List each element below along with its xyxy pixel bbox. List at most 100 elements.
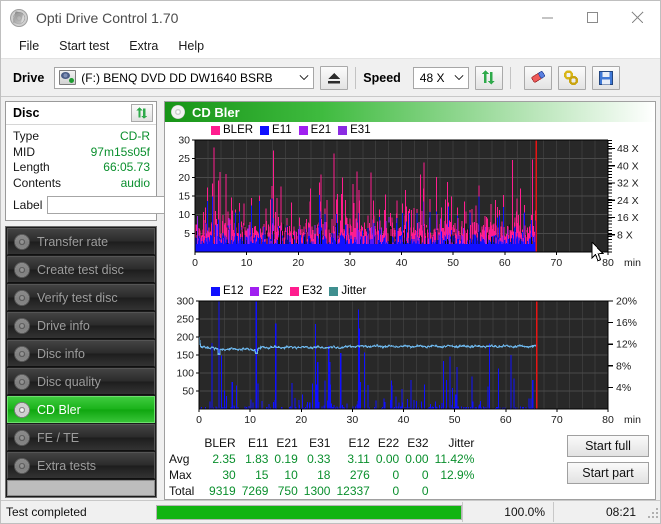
sidebar-item-cd-bler[interactable]: CD Bler bbox=[7, 396, 155, 423]
svg-text:20: 20 bbox=[292, 257, 304, 269]
chart-panel-header: CD Bler bbox=[165, 102, 655, 122]
disc-row-mid: MID 97m15s05f bbox=[13, 145, 150, 161]
start-part-button[interactable]: Start part bbox=[567, 462, 649, 484]
svg-text:300: 300 bbox=[176, 296, 194, 308]
sidebar-item-disc-info[interactable]: Disc info bbox=[7, 340, 155, 367]
close-button[interactable] bbox=[615, 1, 660, 33]
stats-cell bbox=[435, 483, 481, 499]
e12-chart-legend: E12 E22 E32 Jitter bbox=[211, 285, 377, 297]
menu-file[interactable]: File bbox=[9, 37, 49, 55]
window-title: Opti Drive Control 1.70 bbox=[36, 10, 525, 26]
stats-cell: 276 bbox=[336, 467, 375, 483]
drive-icon bbox=[59, 70, 76, 85]
disc-refresh-button[interactable] bbox=[131, 104, 153, 122]
sidebar-item-drive-info[interactable]: Drive info bbox=[7, 312, 155, 339]
svg-text:50: 50 bbox=[447, 257, 459, 269]
action-buttons: Start full Start part bbox=[567, 435, 651, 499]
stats-cell: 0.00 bbox=[405, 451, 434, 467]
sidebar-item-extra-tests[interactable]: Extra tests bbox=[7, 452, 155, 479]
legend-entry-bler: BLER bbox=[211, 124, 253, 136]
gold-tools-icon bbox=[563, 70, 580, 86]
sidebar-item-transfer-rate[interactable]: Transfer rate bbox=[7, 228, 155, 255]
legend-entry-e22: E22 bbox=[250, 285, 282, 297]
status-message: Test completed bbox=[1, 505, 156, 519]
svg-text:10: 10 bbox=[178, 209, 190, 221]
sidebar-item-fe-te[interactable]: FE / TE bbox=[7, 424, 155, 451]
speed-select-value: 48 X bbox=[414, 71, 450, 85]
sidebar-item-label: Disc quality bbox=[37, 375, 101, 389]
svg-text:150: 150 bbox=[176, 350, 194, 362]
progress-bar bbox=[156, 505, 462, 520]
progress-percent: 100.0% bbox=[462, 502, 553, 522]
stats-cell: 2.35 bbox=[204, 451, 241, 467]
window-controls bbox=[525, 1, 660, 34]
disc-value: CD-R bbox=[120, 129, 150, 145]
stats-cell: 7269 bbox=[242, 483, 275, 499]
minimize-button[interactable] bbox=[525, 1, 570, 33]
statistics-area: BLER E11 E21 E31 E12 E22 E32 Jitter Avg … bbox=[165, 433, 655, 499]
drive-select[interactable]: (F:) BENQ DVD DD DW1640 BSRB bbox=[54, 67, 314, 89]
sidebar-item-label: FE / TE bbox=[37, 431, 79, 445]
stats-cell: 10 bbox=[274, 467, 303, 483]
legend-entry-e31: E31 bbox=[338, 124, 370, 136]
elapsed-time: 08:21 bbox=[553, 502, 644, 522]
menu-start-test[interactable]: Start test bbox=[49, 37, 119, 55]
svg-text:0: 0 bbox=[192, 257, 198, 269]
start-full-button[interactable]: Start full bbox=[567, 435, 649, 457]
maximize-button[interactable] bbox=[570, 1, 615, 33]
resize-grip-icon[interactable] bbox=[644, 504, 660, 520]
table-row: Max 30 15 10 18 276 0 0 12.9% bbox=[169, 467, 480, 483]
drive-select-value: (F:) BENQ DVD DD DW1640 BSRB bbox=[81, 71, 295, 85]
speed-select[interactable]: 48 X bbox=[413, 67, 469, 89]
tools-button[interactable] bbox=[558, 66, 586, 90]
speed-label: Speed bbox=[363, 71, 401, 85]
eject-icon bbox=[326, 71, 342, 85]
legend-label: E22 bbox=[262, 285, 282, 297]
svg-text:20%: 20% bbox=[616, 296, 637, 308]
svg-text:0: 0 bbox=[196, 414, 202, 426]
stats-cell: 9319 bbox=[204, 483, 241, 499]
stats-row-label: Avg bbox=[169, 451, 204, 467]
legend-label: E21 bbox=[311, 124, 331, 136]
e12-jitter-chart-canvas[interactable]: 5010015020025030001020304050607080min4%8… bbox=[167, 285, 656, 435]
refresh-icon bbox=[480, 70, 497, 86]
e12-jitter-chart: E12 E22 E32 Jitter 501001502002503000102… bbox=[167, 285, 653, 438]
svg-text:8%: 8% bbox=[616, 360, 631, 372]
sidebar-item-verify-test-disc[interactable]: Verify test disc bbox=[7, 284, 155, 311]
left-sidebar: Disc Type CD-R MID 97m1 bbox=[1, 97, 161, 500]
extra-tests-icon bbox=[14, 458, 30, 474]
sidebar-item-label: Transfer rate bbox=[37, 235, 108, 249]
eject-button[interactable] bbox=[320, 66, 348, 90]
app-window: Opti Drive Control 1.70 File Start test … bbox=[0, 0, 661, 524]
floppy-save-icon bbox=[598, 70, 614, 86]
disc-verify-icon bbox=[14, 290, 30, 306]
disc-value: audio bbox=[121, 176, 150, 192]
stats-cell: 18 bbox=[304, 467, 337, 483]
disc-value: 97m15s05f bbox=[91, 145, 150, 161]
stats-cell: 1300 bbox=[304, 483, 337, 499]
sidebar-item-label: Drive info bbox=[37, 319, 90, 333]
disc-panel-header: Disc bbox=[6, 102, 156, 125]
erase-button[interactable] bbox=[524, 66, 552, 90]
stats-cell: 11.42% bbox=[435, 451, 481, 467]
disc-row-contents: Contents audio bbox=[13, 176, 150, 192]
chevron-down-icon bbox=[450, 73, 468, 83]
sidebar-item-label: Disc info bbox=[37, 347, 85, 361]
sidebar-item-create-test-disc[interactable]: Create test disc bbox=[7, 256, 155, 283]
legend-swatch bbox=[211, 287, 220, 296]
fe-te-icon bbox=[14, 430, 30, 446]
bler-chart-canvas[interactable]: 5101520253001020304050607080min8 X16 X24… bbox=[167, 124, 656, 279]
disc-label-caption: Label bbox=[13, 198, 42, 212]
menu-extra[interactable]: Extra bbox=[119, 37, 168, 55]
disc-key: Length bbox=[13, 160, 50, 176]
toolbar-separator-1 bbox=[355, 67, 356, 89]
sidebar-item-disc-quality[interactable]: Disc quality bbox=[7, 368, 155, 395]
legend-swatch bbox=[211, 126, 220, 135]
svg-text:40 X: 40 X bbox=[617, 160, 639, 172]
menu-help[interactable]: Help bbox=[168, 37, 214, 55]
app-disc-icon bbox=[10, 9, 28, 27]
save-button[interactable] bbox=[592, 66, 620, 90]
refresh-button[interactable] bbox=[475, 66, 503, 90]
legend-label: BLER bbox=[223, 124, 253, 136]
stats-cell: 30 bbox=[204, 467, 241, 483]
